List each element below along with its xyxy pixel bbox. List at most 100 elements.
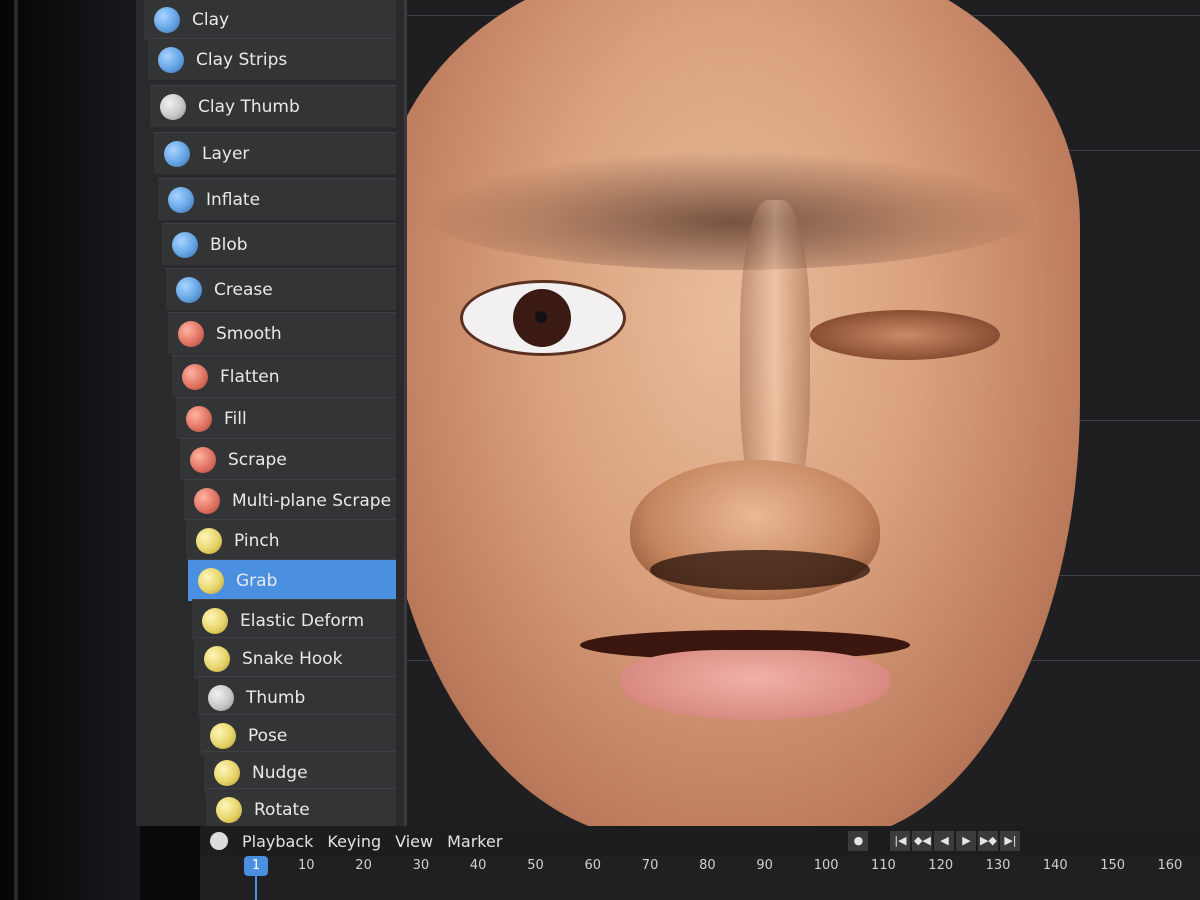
- tool-item-pinch[interactable]: Pinch: [186, 519, 396, 561]
- monitor-edge: [14, 0, 18, 900]
- playback-controls: ● |◀ ◆◀ ◀ ▶ ▶◆ ▶|: [846, 831, 1021, 851]
- mouth: [580, 620, 910, 740]
- tool-item-blob[interactable]: Blob: [162, 223, 396, 265]
- tool-label: Clay: [192, 9, 230, 30]
- jump-start-icon[interactable]: |◀: [890, 831, 911, 851]
- tool-item-fill[interactable]: Fill: [176, 397, 396, 439]
- tool-item-crease[interactable]: Crease: [166, 268, 396, 310]
- jump-end-icon[interactable]: ▶|: [1000, 831, 1021, 851]
- monitor-bezel: [0, 0, 140, 900]
- ruler-tick: 60: [584, 858, 602, 873]
- tool-label: Rotate: [254, 799, 310, 820]
- layer-brush-icon: [164, 140, 190, 167]
- rotate-brush-icon: [216, 796, 242, 823]
- ruler-tick: 30: [412, 858, 430, 873]
- frame-ruler[interactable]: 10 20 30 40 50 60 70 80 90 100 110 120 130 140 150 160: [200, 856, 1200, 900]
- tool-label: Pinch: [234, 530, 280, 551]
- tool-item-thumb[interactable]: Thumb: [198, 676, 396, 718]
- tool-label: Nudge: [252, 762, 308, 783]
- ruler-tick: 90: [756, 858, 773, 873]
- tool-item-layer[interactable]: Layer: [154, 132, 396, 174]
- tool-label: Multi-plane Scrape: [232, 490, 392, 511]
- ruler-tick: 50: [527, 858, 544, 873]
- marker-menu[interactable]: Marker: [447, 832, 502, 851]
- crease-brush-icon: [176, 276, 202, 303]
- smooth-brush-icon: [178, 320, 204, 347]
- playback-menu[interactable]: Playback: [242, 832, 313, 851]
- current-frame-indicator[interactable]: 1: [244, 856, 268, 876]
- tool-item-pose[interactable]: Pose: [200, 714, 396, 756]
- tool-label: Thumb: [246, 687, 306, 708]
- grab-brush-icon: [198, 567, 224, 594]
- pupil: [535, 311, 547, 323]
- tool-label: Smooth: [216, 323, 282, 344]
- tool-label: Elastic Deform: [240, 610, 365, 631]
- tool-item-grab[interactable]: Grab: [188, 559, 396, 601]
- pinch-brush-icon: [196, 527, 222, 554]
- play-icon[interactable]: ▶: [956, 831, 977, 851]
- tool-label: Blob: [210, 234, 248, 255]
- elastic-deform-brush-icon: [202, 607, 228, 634]
- ruler-tick: 100: [813, 858, 839, 873]
- next-keyframe-icon[interactable]: ▶◆: [978, 831, 999, 851]
- ruler-tick: 150: [1100, 858, 1126, 873]
- tool-item-scrape[interactable]: Scrape: [180, 438, 396, 480]
- tool-item-clay-thumb[interactable]: Clay Thumb: [150, 85, 396, 127]
- tool-item-nudge[interactable]: Nudge: [204, 751, 396, 793]
- tool-item-smooth[interactable]: Smooth: [168, 312, 396, 354]
- 3d-viewport[interactable]: [360, 0, 1200, 826]
- tool-item-rotate[interactable]: Rotate: [206, 788, 396, 830]
- ruler-tick: 10: [298, 858, 315, 873]
- thumb-brush-icon: [208, 684, 234, 711]
- tool-item-inflate[interactable]: Inflate: [158, 178, 396, 220]
- sculpt-tool-panel: Clay Clay Strips Clay Thumb Layer Inflate Blo…: [136, 0, 407, 830]
- scrape-brush-icon: [190, 446, 216, 473]
- ruler-tick: 80: [699, 858, 716, 873]
- ruler-tick: 20: [355, 858, 372, 873]
- clay-brush-icon: [154, 6, 180, 33]
- record-icon[interactable]: ●: [848, 831, 869, 851]
- tool-item-elastic-deform[interactable]: Elastic Deform: [192, 599, 396, 641]
- tool-item-flatten[interactable]: Flatten: [172, 355, 396, 397]
- iris: [513, 289, 571, 347]
- tool-item-snake-hook[interactable]: Snake Hook: [194, 637, 396, 679]
- ruler-tick: 40: [469, 858, 487, 873]
- playhead-line: [255, 876, 257, 900]
- tool-label: Flatten: [220, 366, 280, 387]
- brow-shadow: [420, 150, 1040, 270]
- tool-label: Fill: [224, 408, 247, 429]
- fill-brush-icon: [186, 405, 212, 432]
- flatten-brush-icon: [182, 363, 208, 390]
- play-reverse-icon[interactable]: ◀: [934, 831, 955, 851]
- clay-thumb-brush-icon: [160, 93, 186, 120]
- view-menu[interactable]: View: [395, 832, 433, 851]
- tool-item-clay-strips[interactable]: Clay Strips: [148, 38, 396, 80]
- ruler-tick: 120: [928, 858, 954, 873]
- sculpt-head-mesh[interactable]: [380, 0, 1080, 826]
- left-eye: [460, 280, 626, 356]
- tool-label: Inflate: [206, 189, 261, 210]
- ruler-tick: 110: [871, 858, 896, 873]
- blob-brush-icon: [172, 231, 198, 258]
- ruler-tick: 160: [1157, 858, 1183, 873]
- ruler-tick: 70: [641, 858, 659, 873]
- clay-strips-brush-icon: [158, 46, 184, 73]
- ruler-tick: 130: [985, 858, 1011, 873]
- editor-type-icon[interactable]: [210, 832, 228, 850]
- tool-item-clay[interactable]: Clay: [144, 0, 396, 40]
- tool-label: Grab: [236, 570, 278, 591]
- inflate-brush-icon: [168, 186, 194, 213]
- tool-label: Scrape: [228, 449, 287, 470]
- multiplane-scrape-brush-icon: [194, 487, 220, 514]
- right-eye-closed: [810, 310, 1000, 360]
- tool-label: Pose: [248, 725, 288, 746]
- lower-lip: [620, 650, 890, 720]
- tool-label: Clay Strips: [196, 49, 288, 70]
- prev-keyframe-icon[interactable]: ◆◀: [912, 831, 933, 851]
- timeline-header: Playback Keying View Marker ● |◀ ◆◀ ◀ ▶ …: [200, 826, 1200, 856]
- pose-brush-icon: [210, 722, 236, 749]
- nostrils: [650, 550, 870, 590]
- nudge-brush-icon: [214, 759, 240, 786]
- tool-item-multi-plane-scrape[interactable]: Multi-plane Scrape: [184, 479, 396, 521]
- keying-menu[interactable]: Keying: [327, 832, 381, 851]
